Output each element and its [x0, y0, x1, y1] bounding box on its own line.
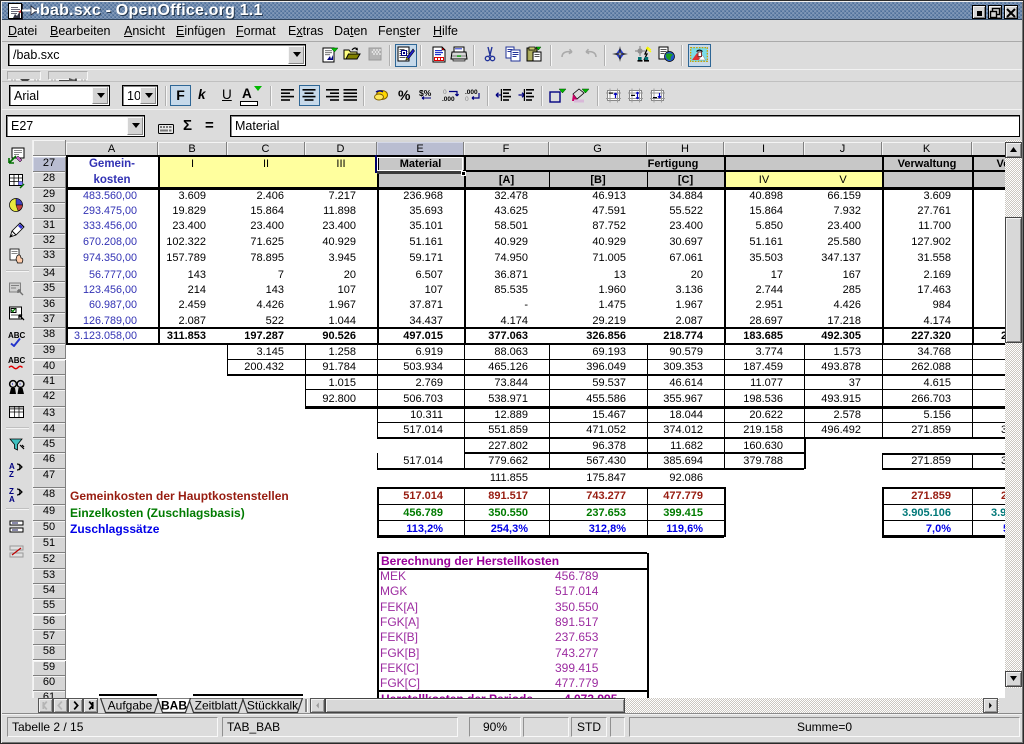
svg-text:A: A: [9, 495, 15, 503]
svg-text:.000: .000: [465, 89, 478, 96]
svg-text:Aufgabe: Aufgabe: [108, 699, 153, 713]
svg-text:0: 0: [465, 96, 469, 102]
svg-text:$%: $%: [419, 88, 432, 98]
svg-text:ABC: ABC: [8, 331, 26, 340]
svg-text:%: %: [398, 88, 411, 102]
svg-text:Z: Z: [9, 470, 14, 478]
svg-text:Stückkalk: Stückkalk: [247, 699, 299, 713]
svg-text:.000: .000: [442, 96, 455, 102]
svg-text:BAB: BAB: [161, 699, 187, 713]
svg-text:ABC: ABC: [8, 356, 26, 365]
svg-text:0: 0: [443, 89, 447, 96]
svg-text:Zeitblatt: Zeitblatt: [195, 699, 238, 713]
